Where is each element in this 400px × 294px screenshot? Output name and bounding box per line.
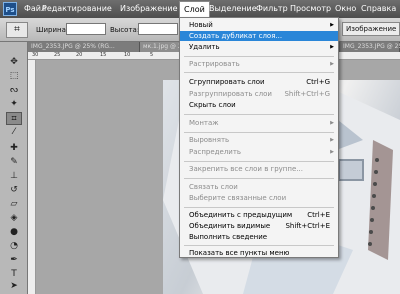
menu-help[interactable]: Справка: [361, 4, 396, 13]
menu-item-shortcut: Ctrl+E: [307, 211, 330, 219]
crop-icon: ⌗: [14, 24, 20, 35]
menu-item-label: Распределить: [189, 148, 242, 156]
menu-window[interactable]: Окно: [335, 4, 356, 13]
menu-item-label: Объединить с предыдущим: [189, 211, 293, 219]
menu-bar: Ps Файл Редактирование Изображение Слой …: [0, 0, 400, 18]
submenu-arrow-icon: ▶: [330, 61, 334, 67]
height-label: Высота:: [110, 26, 140, 34]
magic-wand-icon[interactable]: ✦: [6, 98, 22, 111]
menu-select[interactable]: Выделение: [209, 4, 257, 13]
move-tool-icon[interactable]: ✥: [6, 56, 22, 69]
menu-separator: [184, 72, 334, 73]
menu-item-new[interactable]: Новый ▶: [180, 20, 338, 30]
submenu-arrow-icon: ▶: [330, 149, 334, 155]
menu-item-montage[interactable]: Монтаж ▶: [180, 118, 338, 128]
menu-item-label: Закрепить все слои в группе...: [189, 165, 303, 173]
submenu-arrow-icon: ▶: [330, 120, 334, 126]
menu-item-label: Скрыть слои: [189, 101, 236, 109]
menu-item-label: Удалить: [189, 43, 220, 51]
menu-separator: [184, 132, 334, 133]
menu-item-label: Показать все пункты меню: [189, 249, 290, 257]
menu-separator: [184, 56, 334, 57]
menu-item-hide-layers[interactable]: Скрыть слои: [180, 100, 338, 110]
menu-item-shortcut: Shift+Ctrl+E: [285, 222, 330, 230]
menu-item-merge-down[interactable]: Объединить с предыдущим Ctrl+E: [180, 210, 338, 220]
ruler-mark: 10: [124, 52, 131, 58]
brush-icon[interactable]: ✎: [6, 156, 22, 169]
menu-separator: [184, 161, 334, 162]
menu-item-label: Связать слои: [189, 183, 238, 191]
menu-item-select-linked[interactable]: Выберите связанные слои: [180, 193, 338, 203]
menu-item-label: Выполнить сведение: [189, 233, 268, 241]
menu-item-align[interactable]: Выровнять ▶: [180, 135, 338, 145]
menu-item-label: Сгруппировать слои: [189, 78, 265, 86]
submenu-arrow-icon: ▶: [330, 44, 334, 50]
path-select-icon[interactable]: ➤: [6, 280, 22, 293]
ruler-mark: 20: [76, 52, 83, 58]
ruler-mark: 15: [100, 52, 107, 58]
menu-item-group-layers[interactable]: Сгруппировать слои Ctrl+G: [180, 77, 338, 87]
menu-image[interactable]: Изображение: [120, 4, 178, 13]
tab-doc-1[interactable]: IMG_2353.JPG @ 25% (RG...: [28, 42, 140, 52]
menu-view[interactable]: Просмотр: [290, 4, 331, 13]
blur-icon[interactable]: ●: [6, 226, 22, 239]
crop-tool-preset[interactable]: ⌗: [6, 22, 28, 38]
height-field[interactable]: [138, 23, 178, 35]
layer-menu: Новый ▶ Создать дубликат слоя... Удалить ▶…: [179, 17, 339, 258]
menu-item-distribute[interactable]: Распределить ▶: [180, 147, 338, 157]
submenu-arrow-icon: ▶: [330, 22, 334, 28]
menu-item-label: Выровнять: [189, 136, 230, 144]
eraser-icon[interactable]: ▱: [6, 198, 22, 211]
menu-item-rasterize[interactable]: Растрировать ▶: [180, 59, 338, 69]
menu-item-label: Разгруппировать слои: [189, 90, 272, 98]
menu-item-delete[interactable]: Удалить ▶: [180, 42, 338, 52]
menu-item-label: Выберите связанные слои: [189, 194, 287, 202]
menu-item-ungroup-layers[interactable]: Разгруппировать слои Shift+Ctrl+G: [180, 89, 338, 99]
pen-icon[interactable]: ✒: [6, 254, 22, 267]
crop-tool-icon[interactable]: ⌗: [6, 112, 22, 125]
ruler-mark: 25: [54, 52, 61, 58]
width-label: Ширина:: [36, 26, 69, 34]
width-field[interactable]: [66, 23, 106, 35]
menu-separator: [184, 178, 334, 179]
dodge-icon[interactable]: ◔: [6, 240, 22, 253]
menu-item-label: Создать дубликат слоя...: [189, 32, 283, 40]
menu-filter[interactable]: Фильтр: [256, 4, 288, 13]
menu-item-label: Объединить видимые: [189, 222, 271, 230]
history-brush-icon[interactable]: ↺: [6, 184, 22, 197]
clone-stamp-icon[interactable]: ⊥: [6, 170, 22, 183]
menu-separator: [184, 114, 334, 115]
menu-item-shortcut: Ctrl+G: [306, 78, 330, 86]
menu-item-duplicate-layer[interactable]: Создать дубликат слоя...: [180, 31, 338, 41]
menu-item-show-all[interactable]: Показать все пункты меню: [180, 248, 338, 258]
lasso-tool-icon[interactable]: ᔓ: [6, 84, 22, 97]
menu-item-label: Растрировать: [189, 60, 240, 68]
paint-bucket-icon[interactable]: ◈: [6, 212, 22, 225]
healing-brush-icon[interactable]: ✚: [6, 142, 22, 155]
photoshop-logo: Ps: [3, 2, 17, 16]
tab-doc-3[interactable]: IMG_2353.JPG @ 25% (RG: [340, 42, 400, 52]
menu-item-label: Монтаж: [189, 119, 219, 127]
marquee-tool-icon[interactable]: ⬚: [6, 70, 22, 83]
menu-item-shortcut: Shift+Ctrl+G: [284, 90, 330, 98]
submenu-arrow-icon: ▶: [330, 137, 334, 143]
menu-layer[interactable]: Слой: [179, 1, 210, 17]
menu-separator: [184, 245, 334, 246]
vertical-ruler: [28, 60, 36, 294]
menu-item-merge-visible[interactable]: Объединить видимые Shift+Ctrl+E: [180, 221, 338, 231]
tools-panel: ✥ ⬚ ᔓ ✦ ⌗ ⁄ ✚ ✎ ⊥ ↺ ▱ ◈ ● ◔ ✒ T ➤: [0, 42, 28, 294]
menu-item-link-layers[interactable]: Связать слои: [180, 182, 338, 192]
menu-separator: [184, 207, 334, 208]
menu-item-flatten-image[interactable]: Выполнить сведение: [180, 232, 338, 242]
eyedropper-icon[interactable]: ⁄: [6, 126, 22, 139]
menu-item-label: Новый: [189, 21, 213, 29]
image-button[interactable]: Изображение: [342, 22, 400, 36]
ruler-mark: 30: [32, 52, 39, 58]
menu-edit[interactable]: Редактирование: [42, 4, 112, 13]
ruler-mark: 5: [150, 52, 154, 58]
menu-item-lock-layers[interactable]: Закрепить все слои в группе...: [180, 164, 338, 174]
